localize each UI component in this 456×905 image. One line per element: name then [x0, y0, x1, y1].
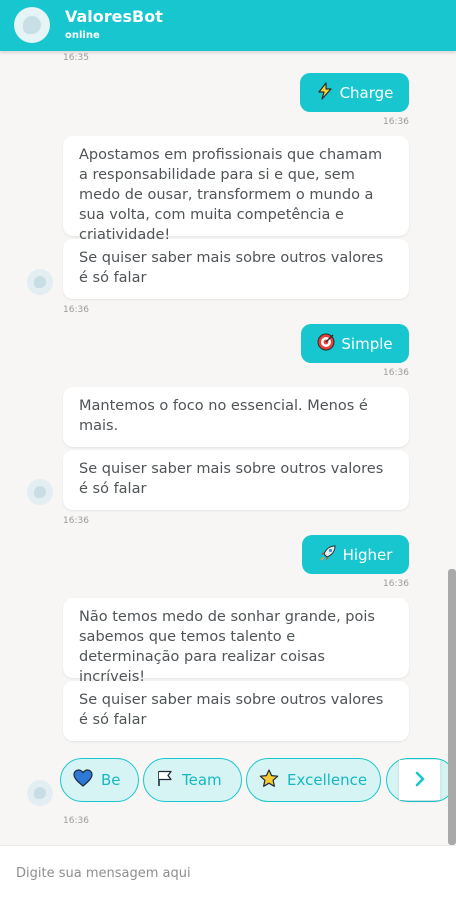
chat-bubble-icon [23, 16, 41, 34]
message-time: 16:36 [383, 579, 409, 589]
user-message-simple: Simple [301, 324, 409, 363]
bot-message: Não temos medo de sonhar grande, pois sa… [63, 598, 409, 685]
user-message-higher: Higher [302, 535, 409, 574]
user-message-text: Higher [342, 545, 393, 564]
chevron-right-icon [414, 768, 426, 793]
message-composer [0, 845, 456, 905]
rocket-icon [319, 544, 337, 566]
quick-reply-label: Excellence [287, 771, 368, 789]
message-time: 16:36 [383, 368, 409, 378]
bot-avatar [27, 479, 53, 505]
message-time: 16:36 [383, 117, 409, 127]
user-message-text: Charge [339, 83, 394, 102]
chat-bubble-icon [34, 276, 46, 288]
quick-reply-be[interactable]: Be [60, 758, 139, 802]
bot-message: Mantemos o foco no essencial. Menos é ma… [63, 387, 409, 447]
message-time: 16:36 [63, 816, 89, 826]
heart-icon [73, 769, 93, 791]
chat-bubble-icon [34, 787, 46, 799]
bot-avatar [14, 7, 50, 43]
message-time: 16:35 [63, 53, 89, 63]
bot-avatar [27, 780, 53, 806]
bot-message: Se quiser saber mais sobre outros valore… [63, 450, 409, 510]
chat-scrollbar[interactable] [448, 569, 456, 845]
quick-reply-team[interactable]: Team [143, 758, 242, 802]
message-input[interactable] [16, 860, 436, 886]
quick-replies-next-button[interactable] [399, 760, 440, 800]
bot-message: Se quiser saber mais sobre outros valore… [63, 239, 409, 299]
lightning-icon [316, 81, 334, 104]
message-time: 16:36 [63, 305, 89, 315]
quick-reply-excellence[interactable]: Excellence [246, 758, 381, 802]
quick-reply-label: Be [101, 771, 121, 789]
target-icon [317, 333, 335, 355]
user-message-text: Simple [341, 334, 393, 353]
star-icon [259, 768, 279, 792]
bot-message: Apostamos em profissionais que chamam a … [63, 136, 409, 243]
chat-header: ValoresBot online [0, 0, 456, 51]
quick-reply-label: Team [182, 771, 222, 789]
user-message-charge: Charge [300, 73, 409, 112]
message-list[interactable]: 16:35 Charge 16:36 Apostamos em profissi… [0, 51, 456, 845]
bot-status: online [65, 30, 100, 41]
bot-message: Se quiser saber mais sobre outros valore… [63, 681, 409, 741]
bot-avatar [27, 269, 53, 295]
message-time: 16:36 [63, 516, 89, 526]
bot-name: ValoresBot [65, 7, 163, 26]
chat-bubble-icon [34, 486, 46, 498]
flag-icon [156, 769, 174, 791]
